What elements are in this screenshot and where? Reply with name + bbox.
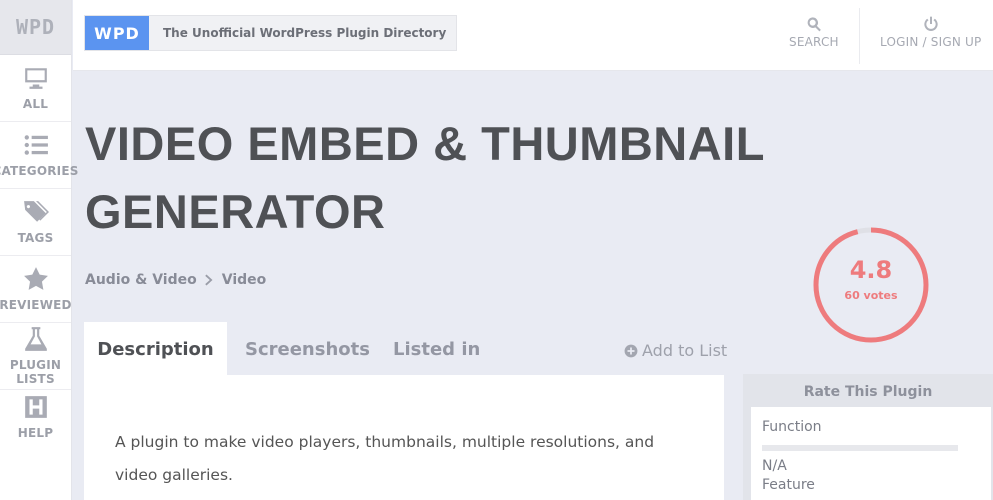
sidebar-item-label: HELP [17,426,54,440]
tab-description[interactable]: Description [84,322,227,376]
breadcrumb: Audio & Video Video [85,272,266,288]
rate-criteria-box: Function N/A Feature [751,407,991,500]
add-to-list-button[interactable]: Add to List [624,341,727,360]
sidebar-item-label: REVIEWED [0,298,72,312]
sidebar-item-help[interactable]: HELP [0,390,71,444]
star-icon [23,267,48,290]
sidebar-item-all[interactable]: ALL [0,55,71,122]
rating-arc [813,227,929,343]
rate-value: N/A [762,458,787,474]
rate-plugin-panel: Rate This Plugin Function N/A Feature [743,374,993,500]
sidebar-logo-text: WPD [15,15,56,39]
sidebar-item-categories[interactable]: CATEGORIES [0,122,78,189]
login-button[interactable]: LOGIN / SIGN UP [880,16,981,49]
rating-ring [813,227,929,343]
sidebar-item-label: TAGS [17,231,54,245]
tags-icon [23,201,49,222]
rating-circle: 4.8 60 votes [812,226,930,344]
sidebar-item-plugin-lists[interactable]: PLUGIN LISTS [0,323,71,390]
sidebar-item-label: CATEGORIES [0,164,79,178]
rating-value: 4.8 [849,256,893,284]
tab-listed-in[interactable]: Listed in [393,322,480,376]
rate-next-criteria-label: Feature [762,477,815,493]
sidebar: WPD ALL CATEGORIES TAGS REVIEWED PLUGIN … [0,0,78,500]
brand-logo[interactable]: WPD The Unofficial WordPress Plugin Dire… [84,15,458,51]
sidebar-item-reviewed[interactable]: REVIEWED [0,256,72,323]
breadcrumb-category[interactable]: Audio & Video [85,272,197,288]
sidebar-item-label: PLUGIN LISTS [9,358,62,386]
add-to-list-label: Add to List [642,341,728,360]
description-panel: A plugin to make video players, thumbnai… [84,375,724,500]
search-button[interactable]: SEARCH [789,16,839,49]
flask-icon [24,327,47,351]
monitor-icon [24,68,47,89]
power-icon [924,16,938,31]
list-icon [24,135,48,155]
brand-text: The Unofficial WordPress Plugin Director… [163,26,447,40]
rate-panel-title: Rate This Plugin [803,384,933,400]
brand-badge: WPD [85,16,149,50]
sidebar-item-label: ALL [22,97,49,111]
rate-slider[interactable] [762,445,958,451]
top-bar: WPD The Unofficial WordPress Plugin Dire… [73,0,993,71]
plugin-description: A plugin to make video players, thumbnai… [115,433,655,484]
chevron-right-icon [204,274,213,286]
login-label: LOGIN / SIGN UP [880,35,982,49]
plus-circle-icon [624,344,638,357]
sidebar-logo[interactable]: WPD [0,0,71,55]
tab-screenshots[interactable]: Screenshots [245,322,370,376]
help-icon [24,396,47,418]
rating-votes: 60 votes [844,289,898,302]
plugin-title: VIDEO EMBED & THUMBNAIL GENERATOR [85,117,765,238]
top-divider [859,8,860,64]
breadcrumb-subcategory[interactable]: Video [222,272,267,288]
sidebar-item-tags[interactable]: TAGS [0,189,71,256]
rate-criteria-label: Function [762,419,822,435]
search-icon [807,17,821,32]
search-label: SEARCH [789,35,839,49]
